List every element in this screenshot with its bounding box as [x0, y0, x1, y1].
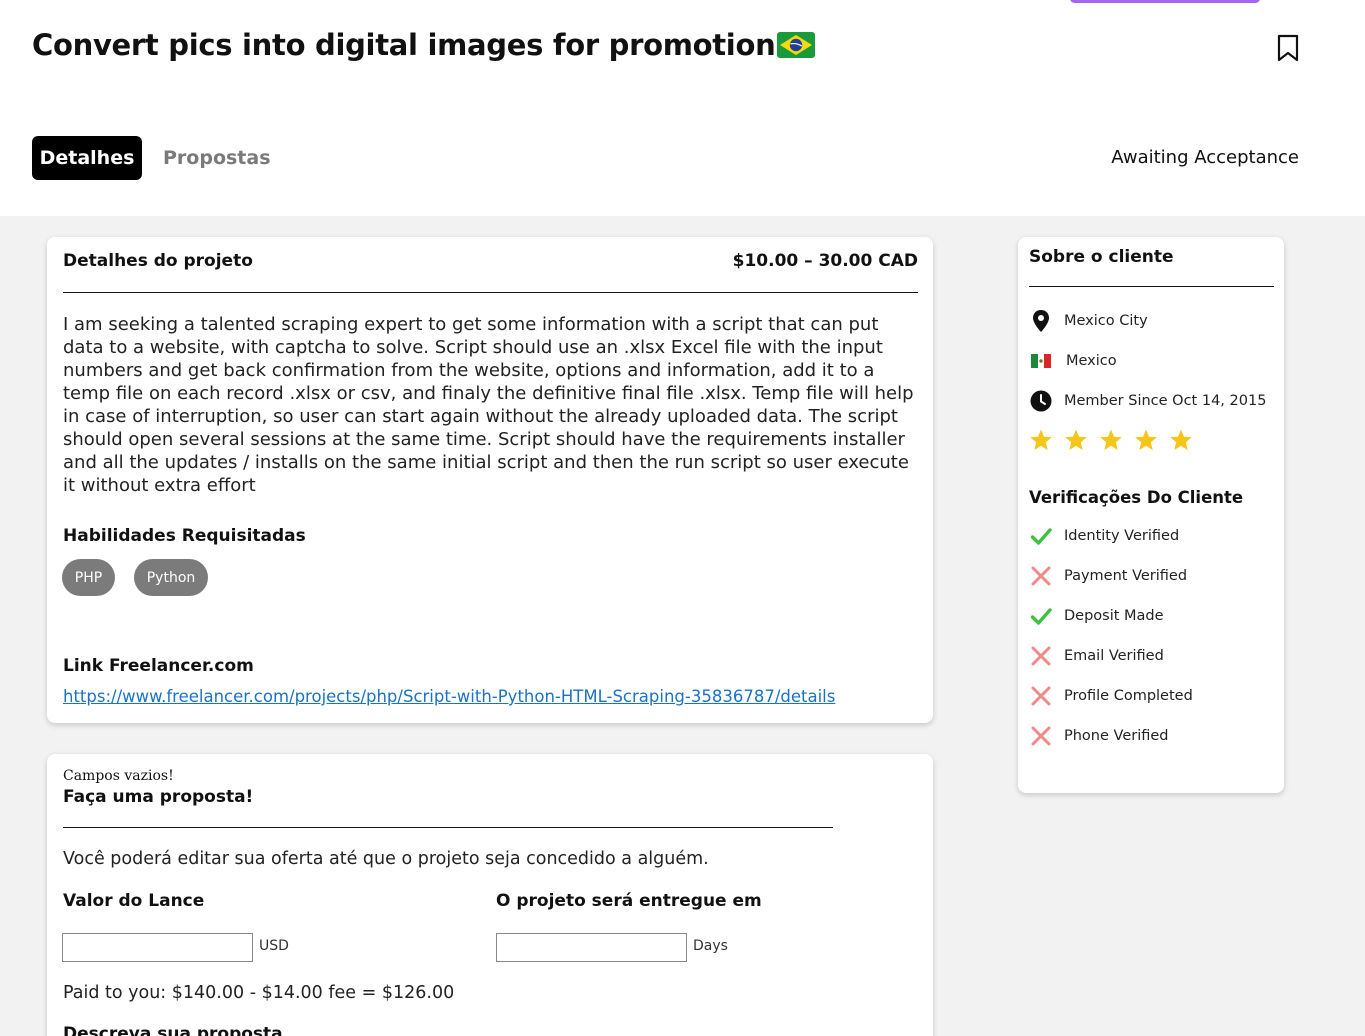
page-header: Convert pics into digital images for pro…	[0, 0, 1365, 216]
delivery-label: O projeto será entregue em	[496, 891, 762, 911]
project-budget: $10.00 – 30.00 CAD	[732, 251, 918, 271]
verification-phone: Phone Verified	[1029, 724, 1169, 748]
verification-label: Identity Verified	[1064, 528, 1180, 544]
accent-bar	[1070, 0, 1260, 3]
describe-proposal-label: Descreva sua proposta	[63, 1024, 283, 1036]
verification-label: Phone Verified	[1064, 728, 1169, 744]
bid-currency: USD	[259, 938, 289, 954]
link-heading: Link Freelancer.com	[63, 656, 254, 676]
delivery-days-input[interactable]	[496, 933, 687, 962]
verification-identity: Identity Verified	[1029, 524, 1179, 548]
cross-icon	[1029, 564, 1053, 588]
client-country: Mexico	[1066, 353, 1117, 369]
verification-label: Profile Completed	[1064, 688, 1193, 704]
client-rating	[1029, 428, 1204, 452]
bookmark-icon[interactable]	[1276, 34, 1300, 62]
project-details-heading: Detalhes do projeto	[63, 251, 253, 271]
delivery-unit: Days	[693, 938, 728, 954]
proposal-card: Campos vazios! Faça uma proposta! Você p…	[47, 754, 933, 1036]
project-description: I am seeking a talented scraping expert …	[63, 314, 914, 496]
clock-icon	[1029, 389, 1053, 413]
brazil-flag-icon	[777, 32, 816, 58]
paid-to-you-text: Paid to you: $140.00 - $14.00 fee = $126…	[63, 983, 455, 1003]
star-icon	[1170, 429, 1192, 450]
bid-amount-input[interactable]	[62, 933, 253, 962]
verification-label: Deposit Made	[1064, 608, 1164, 624]
client-city-row: Mexico City	[1029, 309, 1148, 333]
status-text: Awaiting Acceptance	[1111, 147, 1299, 168]
cross-icon	[1029, 684, 1053, 708]
proposal-info: Você poderá editar sua oferta até que o …	[63, 849, 709, 869]
skill-chip-python[interactable]: Python	[134, 559, 208, 596]
project-link[interactable]: https://www.freelancer.com/projects/php/…	[63, 687, 835, 706]
check-icon	[1029, 524, 1053, 548]
skills-heading: Habilidades Requisitadas	[63, 526, 306, 546]
client-heading: Sobre o cliente	[1029, 247, 1174, 267]
star-icon	[1135, 429, 1157, 450]
cross-icon	[1029, 644, 1053, 668]
proposal-heading: Faça uma proposta!	[63, 787, 254, 807]
verification-label: Email Verified	[1064, 648, 1164, 664]
skill-chip-php[interactable]: PHP	[62, 559, 115, 596]
verification-deposit: Deposit Made	[1029, 604, 1164, 628]
tab-propostas[interactable]: Propostas	[163, 136, 271, 180]
verification-label: Payment Verified	[1064, 568, 1188, 584]
cross-icon	[1029, 724, 1053, 748]
client-city: Mexico City	[1064, 313, 1148, 329]
tab-detalhes[interactable]: Detalhes	[32, 136, 142, 180]
member-since: Member Since Oct 14, 2015	[1064, 393, 1267, 409]
divider	[63, 292, 918, 293]
verification-profile: Profile Completed	[1029, 684, 1193, 708]
verification-email: Email Verified	[1029, 644, 1164, 668]
check-icon	[1029, 604, 1053, 628]
mexico-flag-icon	[1029, 349, 1053, 373]
empty-fields-notice: Campos vazios!	[63, 768, 174, 784]
divider	[1029, 286, 1274, 287]
bid-amount-label: Valor do Lance	[63, 891, 205, 911]
client-card: Sobre o cliente Mexico City Mexico Membe…	[1018, 237, 1284, 793]
star-icon	[1030, 429, 1052, 450]
page-title: Convert pics into digital images for pro…	[32, 28, 816, 62]
verifications-heading: Verificações Do Cliente	[1029, 488, 1244, 507]
divider	[63, 827, 833, 828]
project-details-card: Detalhes do projeto $10.00 – 30.00 CAD I…	[47, 237, 933, 723]
verification-payment: Payment Verified	[1029, 564, 1187, 588]
client-country-row: Mexico	[1029, 349, 1117, 373]
star-icon	[1065, 429, 1087, 450]
location-pin-icon	[1029, 309, 1053, 333]
member-since-row: Member Since Oct 14, 2015	[1029, 389, 1266, 413]
star-icon	[1100, 429, 1122, 450]
